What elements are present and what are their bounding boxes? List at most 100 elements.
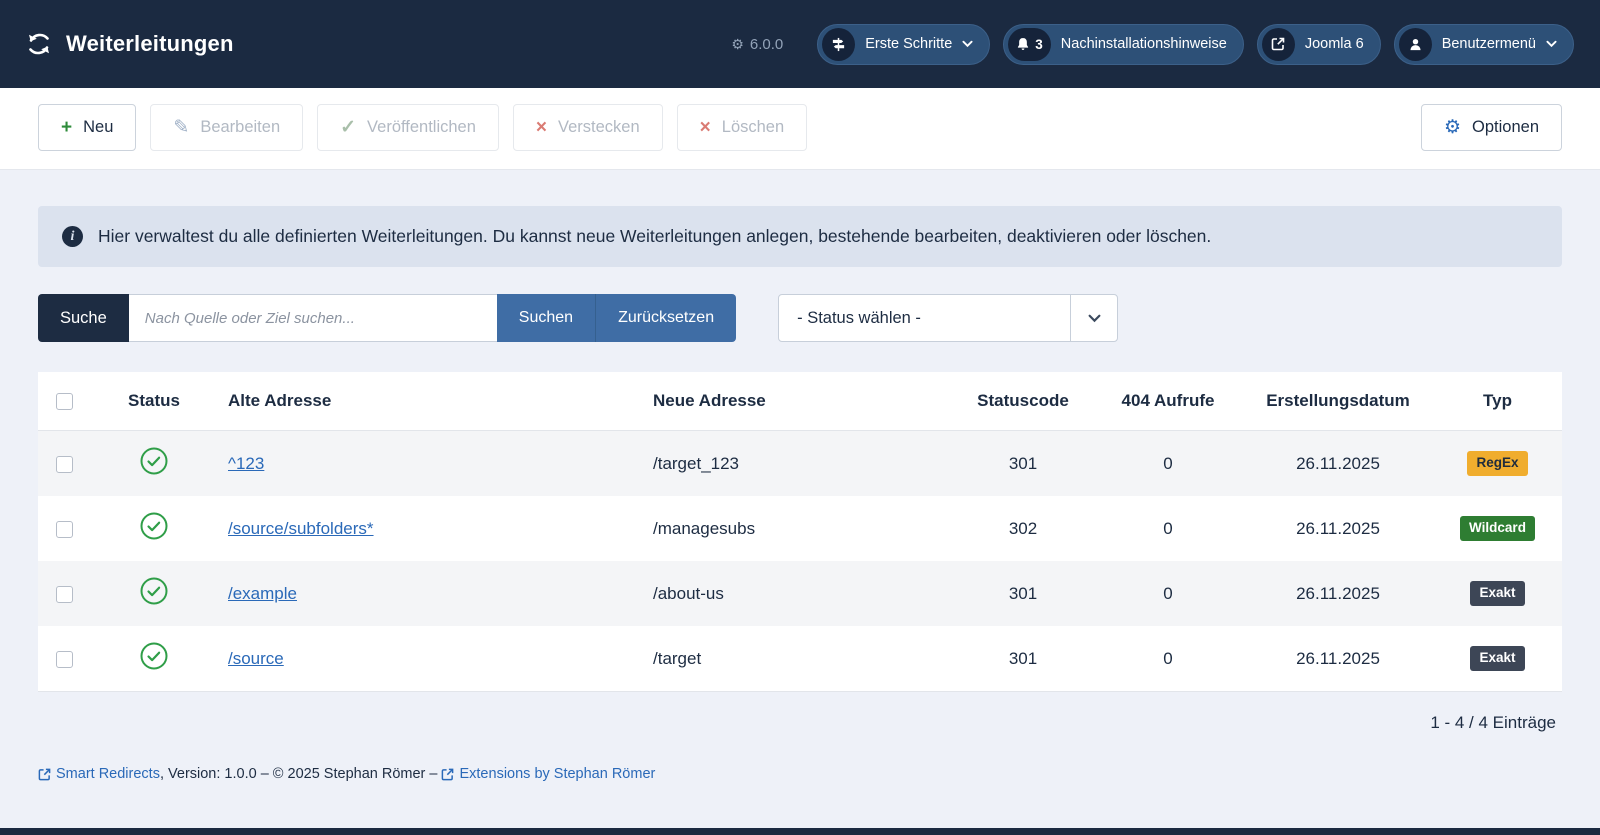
toolbar: + Neu ✎ Bearbeiten ✓ Veröffentlichen × V… — [0, 88, 1600, 170]
options-button-label: Optionen — [1472, 118, 1539, 136]
table-header-row: Status Alte Adresse Neue Adresse Statusc… — [38, 372, 1562, 431]
redirects-table-card: Status Alte Adresse Neue Adresse Statusc… — [38, 372, 1562, 692]
publish-button[interactable]: ✓ Veröffentlichen — [317, 104, 499, 151]
table-row: /source/subfolders* /managesubs 302 0 26… — [38, 496, 1562, 561]
options-button[interactable]: ⚙ Optionen — [1420, 104, 1562, 151]
joomla-version: ⚙ 6.0.0 — [731, 36, 783, 53]
info-alert: i Hier verwaltest du alle definierten We… — [38, 206, 1562, 267]
check-icon: ✓ — [340, 117, 357, 138]
notification-count-badge: 3 — [1035, 36, 1043, 52]
date-cell: 26.11.2025 — [1296, 583, 1380, 603]
statuscode-cell: 302 — [1008, 518, 1038, 538]
filter-bar: Suche Suchen Zurücksetzen - Status wähle… — [38, 294, 1562, 342]
chevron-down-icon — [962, 40, 973, 48]
page-footer: Smart Redirects , Version: 1.0.0 – © 202… — [38, 766, 1562, 782]
select-all-checkbox[interactable] — [55, 393, 73, 411]
old-url-link[interactable]: ^123 — [228, 454, 264, 473]
statuscode-cell: 301 — [1008, 648, 1038, 668]
product-link-label: Smart Redirects — [56, 766, 160, 782]
sync-icon — [26, 31, 52, 57]
old-url-link[interactable]: /source/subfolders* — [228, 519, 374, 538]
header-pills: Erste Schritte 3 Nachinstallationshinwei… — [817, 23, 1574, 65]
row-checkbox[interactable] — [55, 455, 73, 473]
delete-button[interactable]: × Löschen — [676, 104, 808, 151]
author-link-label: Extensions by Stephan Römer — [459, 766, 656, 782]
hide-button[interactable]: × Verstecken — [512, 104, 663, 151]
type-badge: Exakt — [1470, 646, 1525, 671]
user-menu-button[interactable]: Benutzermenü — [1393, 23, 1574, 65]
bell-icon — [1016, 37, 1030, 51]
search-reset-button[interactable]: Zurücksetzen — [595, 294, 737, 342]
page-title: Weiterleitungen — [66, 31, 234, 56]
post-installation-messages-button[interactable]: 3 Nachinstallationshinweise — [1003, 23, 1244, 65]
statuscode-cell: 301 — [1008, 453, 1038, 473]
column-header-created-date: Erstellungsdatum — [1243, 372, 1433, 431]
guided-tour-label: Erste Schritte — [865, 36, 953, 52]
product-link[interactable]: Smart Redirects — [38, 766, 160, 782]
chevron-down-icon — [1546, 40, 1557, 48]
status-filter-select[interactable]: - Status wählen - — [778, 294, 1119, 342]
hits-cell: 0 — [1163, 518, 1173, 538]
footer-version-text: , Version: 1.0.0 – © 2025 Stephan Römer … — [159, 766, 442, 782]
bottom-bar — [0, 828, 1600, 835]
redirects-table: Status Alte Adresse Neue Adresse Statusc… — [38, 372, 1562, 692]
date-cell: 26.11.2025 — [1296, 648, 1380, 668]
old-url-link[interactable]: /example — [228, 584, 297, 603]
joomla-info-button[interactable]: Joomla 6 — [1256, 23, 1381, 65]
app-brand: Weiterleitungen — [26, 31, 234, 57]
search-label: Suche — [38, 294, 129, 342]
info-alert-text: Hier verwaltest du alle definierten Weit… — [98, 226, 1212, 246]
external-link-icon — [1261, 27, 1295, 61]
status-filter-value: - Status wählen - — [797, 308, 921, 327]
row-checkbox[interactable] — [55, 650, 73, 668]
status-published-icon[interactable] — [139, 641, 169, 671]
column-header-old-url: Alte Adresse — [218, 372, 643, 431]
external-link-icon — [441, 768, 454, 781]
new-url-cell: /target_123 — [653, 453, 740, 473]
column-header-404-hits: 404 Aufrufe — [1093, 372, 1243, 431]
date-cell: 26.11.2025 — [1296, 453, 1380, 473]
external-link-icon — [38, 768, 51, 781]
joomla-info-label: Joomla 6 — [1304, 36, 1364, 52]
edit-button[interactable]: ✎ Bearbeiten — [150, 104, 304, 151]
publish-button-label: Veröffentlichen — [367, 118, 476, 136]
hits-cell: 0 — [1163, 648, 1173, 668]
chevron-down-icon — [1070, 295, 1117, 341]
table-row: ^123 /target_123 301 0 26.11.2025 RegEx — [38, 430, 1562, 496]
table-row: /source /target 301 0 26.11.2025 Exakt — [38, 626, 1562, 692]
column-header-new-url: Neue Adresse — [643, 372, 953, 431]
search-input[interactable] — [128, 294, 497, 342]
row-checkbox[interactable] — [55, 520, 73, 538]
new-button[interactable]: + Neu — [38, 104, 137, 151]
gear-icon: ⚙ — [1443, 117, 1462, 138]
column-header-status: Status — [90, 372, 218, 431]
search-group: Suche Suchen Zurücksetzen — [38, 294, 737, 342]
version-label: 6.0.0 — [749, 35, 784, 53]
row-checkbox[interactable] — [55, 585, 73, 603]
status-published-icon[interactable] — [139, 576, 169, 606]
new-url-cell: /managesubs — [653, 518, 756, 538]
old-url-link[interactable]: /source — [228, 649, 284, 668]
app-header: Weiterleitungen ⚙ 6.0.0 Erste Schritte 3… — [0, 0, 1600, 88]
table-row: /example /about-us 301 0 26.11.2025 Exak… — [38, 561, 1562, 626]
hide-button-label: Verstecken — [558, 118, 640, 136]
user-icon — [1398, 27, 1432, 61]
column-header-statuscode: Statuscode — [953, 372, 1093, 431]
x-icon: × — [535, 117, 548, 138]
author-link[interactable]: Extensions by Stephan Römer — [441, 766, 655, 782]
hits-cell: 0 — [1163, 453, 1173, 473]
signpost-icon — [822, 27, 856, 61]
pagination-counter: 1 - 4 / 4 Einträge — [1430, 713, 1556, 732]
search-submit-button[interactable]: Suchen — [496, 294, 596, 342]
delete-button-label: Löschen — [721, 118, 785, 136]
post-installation-messages-label: Nachinstallationshinweise — [1060, 36, 1227, 52]
type-badge: RegEx — [1467, 451, 1528, 476]
edit-button-label: Bearbeiten — [200, 118, 281, 136]
status-published-icon[interactable] — [139, 511, 169, 541]
statuscode-cell: 301 — [1008, 583, 1038, 603]
new-button-label: Neu — [83, 118, 114, 136]
column-header-type: Typ — [1433, 372, 1562, 431]
date-cell: 26.11.2025 — [1296, 518, 1380, 538]
guided-tour-button[interactable]: Erste Schritte — [817, 23, 991, 65]
status-published-icon[interactable] — [139, 446, 169, 476]
